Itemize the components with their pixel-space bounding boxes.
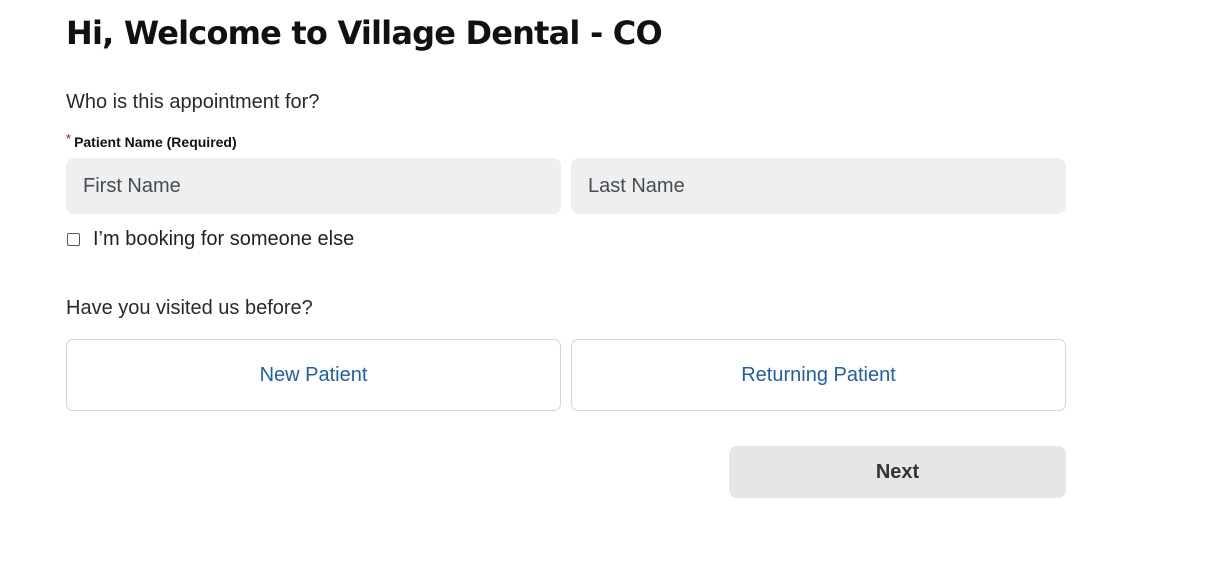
next-button[interactable]: Next [729, 446, 1066, 498]
next-button-label: Next [875, 460, 920, 483]
appointment-question: Who is this appointment for? [66, 91, 320, 113]
patient-name-label-text: Patient Name (Required) [74, 134, 237, 150]
page-title: Hi, Welcome to Village Dental - CO [66, 14, 663, 52]
last-name-input[interactable] [571, 158, 1066, 214]
returning-patient-button[interactable]: Returning Patient [571, 339, 1066, 411]
patient-name-label: * Patient Name (Required) [66, 131, 237, 150]
booking-for-someone-else-checkbox[interactable] [67, 232, 80, 246]
new-patient-button[interactable]: New Patient [66, 339, 561, 411]
required-asterisk: * [66, 131, 72, 146]
booking-for-someone-else-label[interactable]: I’m booking for someone else [93, 228, 354, 251]
visit-question: Have you visited us before? [66, 297, 313, 319]
new-patient-button-label: New Patient [259, 363, 368, 386]
returning-patient-button-label: Returning Patient [741, 363, 896, 386]
booking-for-someone-else-row[interactable]: I’m booking for someone else [66, 228, 354, 250]
first-name-input[interactable] [66, 158, 561, 214]
booking-page: Hi, Welcome to Village Dental - CO Who i… [0, 0, 1217, 562]
